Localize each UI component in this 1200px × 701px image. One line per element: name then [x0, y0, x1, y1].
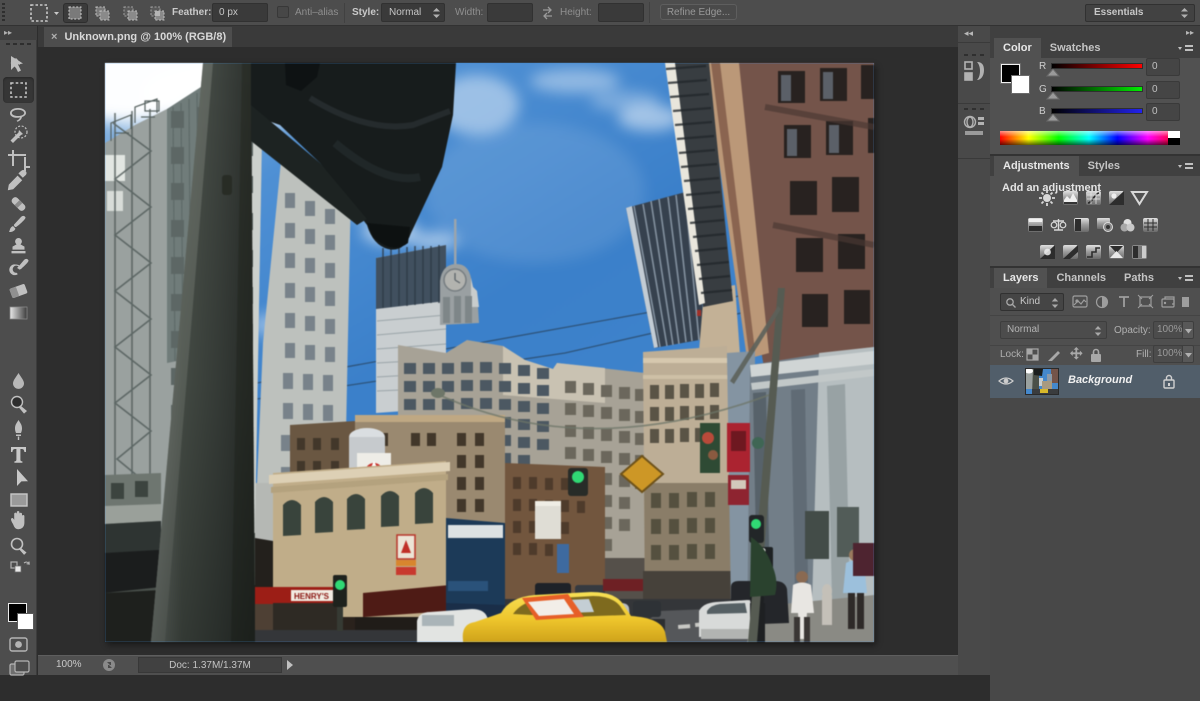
- svg-text:HENRY'S: HENRY'S: [294, 592, 330, 601]
